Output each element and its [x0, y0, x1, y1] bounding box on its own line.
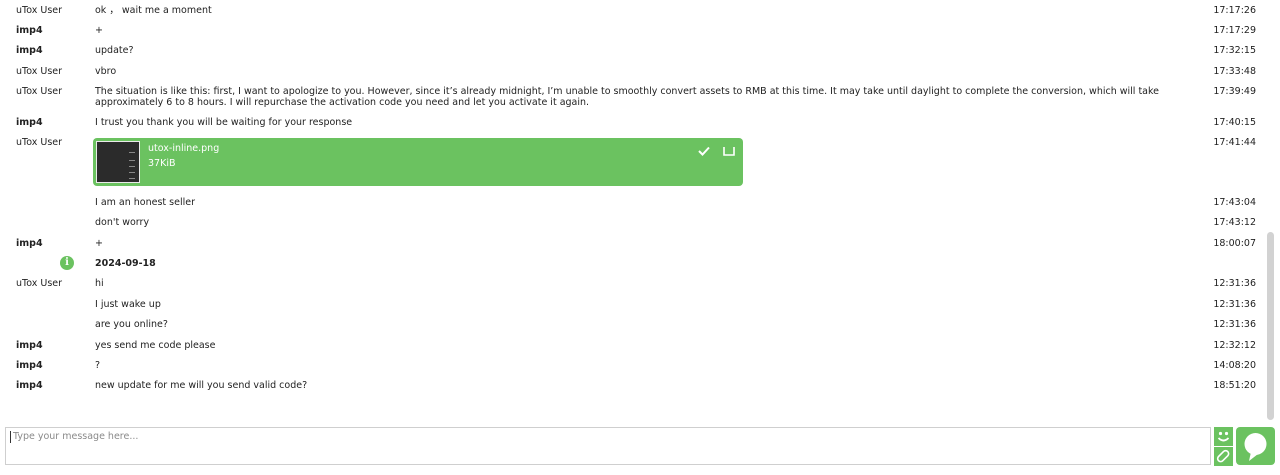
message-text: are you online?	[95, 319, 168, 330]
message-timestamp: 12:32:12	[1213, 340, 1256, 351]
message-row: imp4 I trust you thank you will be waiti…	[0, 117, 1266, 131]
message-timestamp: 17:17:29	[1213, 25, 1256, 36]
message-row: I just wake up 12:31:36	[0, 299, 1266, 313]
message-row: imp4 new update for me will you send val…	[0, 380, 1266, 394]
message-row: uTox User The situation is like this: fi…	[0, 86, 1266, 110]
message-author: uTox User	[16, 86, 63, 97]
message-row: imp4 ? 14:08:20	[0, 360, 1266, 374]
message-row: imp4 yes send me code please 12:32:12	[0, 340, 1266, 354]
image-thumbnail[interactable]	[96, 141, 140, 183]
message-author: imp4	[16, 25, 43, 36]
message-timestamp: 12:31:36	[1213, 299, 1256, 310]
message-text: yes send me code please	[95, 340, 216, 351]
cancel-icon[interactable]	[723, 146, 735, 156]
message-timestamp: 17:39:49	[1213, 86, 1256, 97]
message-row: uTox User vbro 17:33:48	[0, 66, 1266, 80]
message-row: imp4 update? 17:32:15	[0, 45, 1266, 59]
file-message-row: uTox User utox-inline.png 37KiB 17:41:44	[0, 137, 1266, 189]
message-row: don't worry 17:43:12	[0, 217, 1266, 231]
message-timestamp: 12:31:36	[1213, 278, 1256, 289]
message-author: imp4	[16, 117, 43, 128]
attach-file-button[interactable]	[1214, 447, 1233, 466]
message-author: imp4	[16, 340, 43, 351]
message-timestamp: 18:00:07	[1213, 238, 1256, 249]
message-author: uTox User	[16, 5, 63, 16]
message-text: hi	[95, 278, 104, 289]
message-timestamp: 17:32:15	[1213, 45, 1256, 56]
checkmark-icon[interactable]	[697, 144, 711, 158]
text-caret	[10, 431, 11, 443]
file-transfer-card[interactable]: utox-inline.png 37KiB	[93, 138, 743, 186]
message-author: imp4	[16, 238, 43, 249]
scrollbar-thumb[interactable]	[1267, 232, 1274, 420]
message-text: ok ， wait me a moment	[95, 5, 212, 16]
smiley-icon	[1217, 431, 1230, 442]
file-name: utox-inline.png	[148, 143, 220, 154]
info-icon: i	[60, 256, 74, 270]
message-timestamp: 17:40:15	[1213, 117, 1256, 128]
message-text: update?	[95, 45, 134, 56]
message-text: new update for me will you send valid co…	[95, 380, 308, 391]
message-text: ?	[95, 360, 101, 371]
message-text: +	[95, 238, 103, 249]
message-timestamp: 17:17:26	[1213, 5, 1256, 16]
message-timestamp: 17:41:44	[1213, 137, 1256, 148]
message-author: imp4	[16, 45, 43, 56]
message-row: uTox User ok ， wait me a moment 17:17:26	[0, 5, 1266, 19]
message-author: uTox User	[16, 137, 63, 148]
date-separator: 2024-09-18	[95, 258, 156, 269]
message-text: vbro	[95, 66, 117, 77]
message-author: uTox User	[16, 66, 63, 77]
message-text: I trust you thank you will be waiting fo…	[95, 117, 353, 128]
message-input[interactable]: Type your message here...	[5, 427, 1211, 465]
message-text: The situation is like this: first, I wan…	[95, 86, 1159, 108]
message-input-placeholder: Type your message here...	[13, 431, 139, 442]
message-row: imp4 + 18:00:07	[0, 238, 1266, 252]
message-row: I am an honest seller 17:43:04	[0, 197, 1266, 211]
paperclip-icon	[1216, 449, 1230, 463]
message-author: uTox User	[16, 278, 63, 289]
message-timestamp: 17:33:48	[1213, 66, 1256, 77]
message-timestamp: 12:31:36	[1213, 319, 1256, 330]
message-row: uTox User hi 12:31:36	[0, 278, 1266, 292]
message-timestamp: 14:08:20	[1213, 360, 1256, 371]
message-text: I am an honest seller	[95, 197, 195, 208]
message-author: imp4	[16, 380, 43, 391]
message-row: are you online? 12:31:36	[0, 319, 1266, 333]
message-text: don't worry	[95, 217, 150, 228]
message-timestamp: 18:51:20	[1213, 380, 1256, 391]
send-button[interactable]	[1236, 427, 1275, 465]
message-author: imp4	[16, 360, 43, 371]
message-text: +	[95, 25, 103, 36]
message-row: imp4 + 17:17:29	[0, 25, 1266, 39]
message-timestamp: 17:43:12	[1213, 217, 1256, 228]
date-separator-row: i 2024-09-18	[0, 256, 1266, 272]
file-size: 37KiB	[148, 158, 176, 169]
emoji-button[interactable]	[1214, 427, 1233, 446]
chat-history: uTox User ok ， wait me a moment 17:17:26…	[0, 0, 1266, 422]
message-timestamp: 17:43:04	[1213, 197, 1256, 208]
speech-bubble-icon	[1244, 433, 1267, 461]
message-text: I just wake up	[95, 299, 161, 310]
